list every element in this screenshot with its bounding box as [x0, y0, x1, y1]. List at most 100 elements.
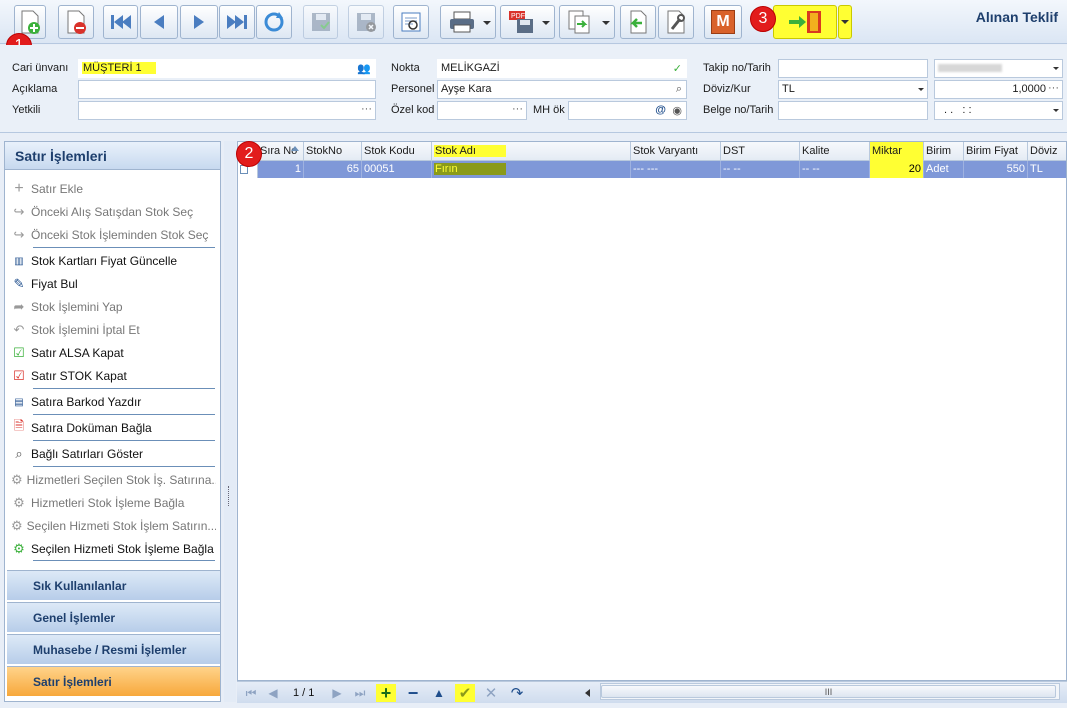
view-icon[interactable]: ◉ [672, 104, 682, 117]
col-header-sira-no[interactable]: Sıra No [258, 142, 304, 161]
ozel-kod-ellipsis-icon[interactable]: ··· [512, 103, 523, 115]
import-button[interactable] [620, 5, 656, 39]
nav-prev-page-icon[interactable]: ◀ [263, 684, 283, 702]
person-search-icon[interactable]: ⌕ [676, 83, 682, 96]
refresh-button[interactable] [256, 5, 292, 39]
nav-confirm-icon[interactable]: ✔ [455, 684, 475, 702]
m-button[interactable]: M [704, 5, 742, 39]
tools-button[interactable] [658, 5, 694, 39]
check-icon[interactable]: ✓ [673, 62, 682, 75]
cell-stok-no[interactable]: 65 [304, 161, 362, 178]
previous-record-button[interactable] [140, 5, 178, 39]
nav-last-icon[interactable]: ⏭ [350, 684, 370, 702]
ozel-kod-field[interactable]: ··· [437, 101, 527, 120]
col-header-stok-kodu[interactable]: Stok Kodu [362, 142, 432, 161]
doviz-field[interactable]: TL [778, 80, 928, 99]
export-pdf-button[interactable]: PDF [500, 5, 555, 39]
kur-ellipsis-icon[interactable]: ··· [1048, 82, 1059, 94]
kur-field[interactable]: 1,0000 ··· [934, 80, 1063, 99]
yetkili-ellipsis-icon[interactable]: ··· [361, 103, 372, 115]
group-genel-islemler[interactable]: Genel İşlemler [7, 602, 220, 632]
secilen-hizmeti-satir-item[interactable]: ⚙ Seçilen Hizmeti Stok İşlem Satırın... [11, 516, 216, 536]
col-header-stok-adi[interactable]: Stok Adı [432, 142, 631, 161]
takip-no-field[interactable] [778, 59, 928, 78]
menu-item-label: Stok İşlemini Yap [31, 300, 123, 314]
belge-date-dropdown-icon[interactable] [1053, 109, 1059, 112]
col-header-doviz[interactable]: Döviz [1028, 142, 1066, 161]
last-record-button[interactable] [219, 5, 255, 39]
group-satir-islemleri[interactable]: Satır İşlemleri [7, 666, 220, 696]
at-icon[interactable]: @ [655, 104, 666, 116]
bagli-satirlar-item[interactable]: ⌕ Bağlı Satırları Göster [11, 444, 216, 464]
nav-next-page-icon[interactable]: ▶ [327, 684, 347, 702]
nav-up-icon[interactable]: ▲ [429, 684, 449, 702]
cell-dst[interactable]: -- -- [721, 161, 800, 178]
satir-stok-kapat-item[interactable]: ☑ Satır STOK Kapat [11, 366, 216, 386]
scroll-left-icon[interactable] [585, 689, 590, 697]
cell-doviz[interactable]: TL [1028, 161, 1066, 178]
dokuman-bagla-item[interactable]: 🗎 Satıra Doküman Bağla [11, 418, 216, 438]
takip-date-dropdown-icon[interactable] [1053, 67, 1059, 70]
nokta-field[interactable]: MELİKGAZİ ✓ [437, 59, 687, 78]
save-button[interactable] [303, 5, 338, 39]
onceki-stok-item[interactable]: ↪ Önceki Stok İşleminden Stok Seç [11, 225, 216, 245]
yetkili-field[interactable]: ··· [78, 101, 376, 120]
col-header-birim[interactable]: Birim [924, 142, 964, 161]
col-header-dst[interactable]: DST [721, 142, 800, 161]
people-icon[interactable]: 👥 [357, 62, 371, 75]
cell-stok-adi[interactable]: Fırın [432, 161, 631, 178]
cell-kalite[interactable]: -- -- [800, 161, 870, 178]
preview-button[interactable] [393, 5, 429, 39]
satir-alsa-kapat-item[interactable]: ☑ Satır ALSA Kapat [11, 343, 216, 363]
cell-miktar[interactable]: 20 [870, 161, 924, 178]
stok-islemini-yap-item[interactable]: ➦ Stok İşlemini Yap [11, 297, 216, 317]
horizontal-scrollbar[interactable]: III [600, 683, 1060, 700]
personel-field[interactable]: Ayşe Kara ⌕ [437, 80, 687, 99]
col-header-stok-no[interactable]: StokNo [304, 142, 362, 161]
group-sik-kullanilanlar[interactable]: Sık Kullanılanlar [7, 570, 220, 600]
panel-splitter[interactable] [224, 141, 236, 702]
col-header-miktar[interactable]: Miktar [870, 142, 924, 161]
scroll-thumb[interactable]: III [601, 685, 1056, 698]
takip-date-field[interactable] [934, 59, 1063, 78]
transfer-button[interactable] [559, 5, 615, 39]
exit-button[interactable] [773, 5, 837, 39]
save-close-button[interactable] [348, 5, 384, 39]
hizmetleri-stok-item[interactable]: ⚙ Hizmetleri Stok İşleme Bağla [11, 493, 216, 513]
cell-stok-varyanti[interactable]: --- --- [631, 161, 721, 178]
cell-birim[interactable]: Adet [924, 161, 964, 178]
next-record-button[interactable] [180, 5, 218, 39]
col-header-stok-varyanti[interactable]: Stok Varyantı [631, 142, 721, 161]
col-header-birim-fiyat[interactable]: Birim Fiyat [964, 142, 1028, 161]
onceki-alis-item[interactable]: ↪ Önceki Alış Satışdan Stok Seç [11, 202, 216, 222]
belge-no-field[interactable] [778, 101, 928, 120]
exit-dropdown-button[interactable] [838, 5, 852, 39]
cari-unvani-field[interactable]: MÜŞTERİ 1 👥 [78, 59, 376, 78]
col-header-kalite[interactable]: Kalite [800, 142, 870, 161]
group-muhasebe[interactable]: Muhasebe / Resmi İşlemler [7, 634, 220, 664]
table-row[interactable]: 1 65 00051 Fırın --- --- -- -- -- -- 20 … [238, 161, 1066, 178]
satir-ekle-item[interactable]: + Satır Ekle [11, 179, 216, 199]
fiyat-guncelle-item[interactable]: ▥ Stok Kartları Fiyat Güncelle [11, 251, 216, 271]
stok-islemini-iptal-item[interactable]: ↶ Stok İşlemini İptal Et [11, 320, 216, 340]
belge-date-field[interactable]: . . : : [934, 101, 1063, 120]
cell-birim-fiyat[interactable]: 550 [964, 161, 1028, 178]
delete-record-button[interactable] [58, 5, 94, 39]
print-button[interactable] [440, 5, 496, 39]
first-record-button[interactable] [103, 5, 138, 39]
fiyat-bul-item[interactable]: ✎ Fiyat Bul [11, 274, 216, 294]
nav-cancel-icon[interactable]: ✕ [481, 684, 501, 702]
cell-stok-kodu[interactable]: 00051 [362, 161, 432, 178]
barkod-yazdir-item[interactable]: ▤ Satıra Barkod Yazdır [11, 392, 216, 412]
nav-remove-icon[interactable]: − [403, 683, 423, 703]
nav-add-icon[interactable]: + [376, 683, 396, 703]
aciklama-field[interactable] [78, 80, 376, 99]
mh-ok-field[interactable]: @ ◉ [568, 101, 687, 120]
nav-first-icon[interactable]: ⏮ [241, 684, 261, 702]
takip-label: Takip no/Tarih [703, 62, 771, 74]
cell-sira-no[interactable]: 1 [258, 161, 304, 178]
doviz-dropdown-icon[interactable] [918, 88, 924, 91]
nav-redo-icon[interactable]: ↷ [507, 684, 527, 702]
hizmetleri-secilen-item[interactable]: ⚙ Hizmetleri Seçilen Stok İş. Satırına... [11, 470, 216, 490]
secilen-hizmeti-stok-item[interactable]: ⚙ Seçilen Hizmeti Stok İşleme Bağla [11, 539, 216, 559]
